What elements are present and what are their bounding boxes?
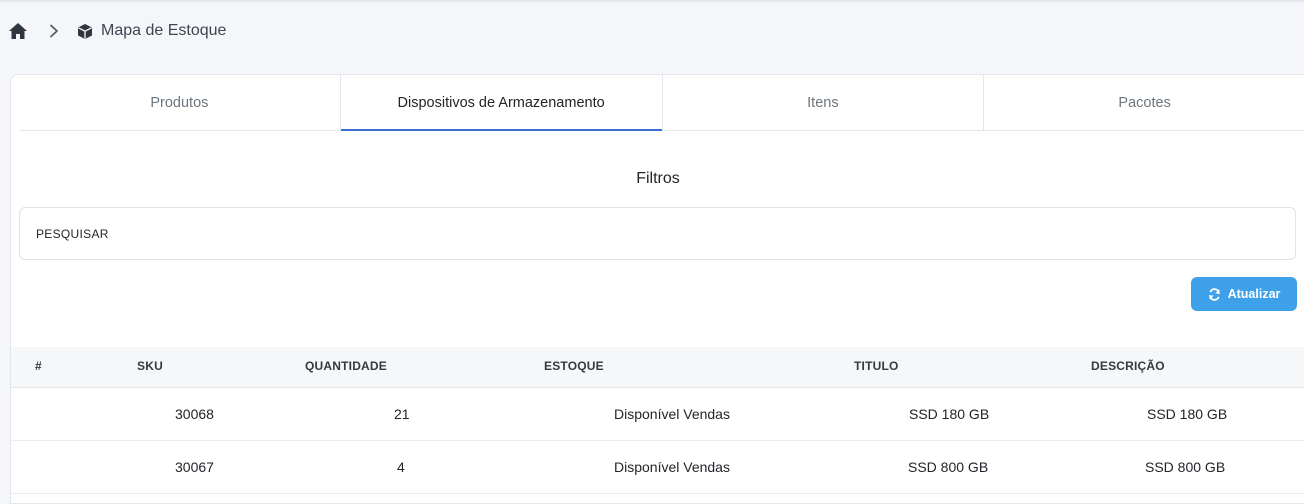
breadcrumb: Mapa de Estoque xyxy=(8,19,226,43)
tab-produtos[interactable]: Produtos xyxy=(19,75,340,130)
header-descricao[interactable]: DESCRIÇÃO xyxy=(1091,359,1165,373)
top-divider xyxy=(0,0,1304,2)
main-card: Produtos Dispositivos de Armazenamento I… xyxy=(10,74,1304,504)
box-icon xyxy=(76,22,94,40)
cell-estoque: Disponível Vendas xyxy=(614,406,730,422)
cell-sku: 30068 xyxy=(175,406,214,422)
page-title: Mapa de Estoque xyxy=(101,22,227,39)
refresh-button[interactable]: Atualizar xyxy=(1191,277,1297,311)
refresh-button-label: Atualizar xyxy=(1227,287,1281,301)
header-estoque[interactable]: ESTOQUE xyxy=(544,359,604,373)
cell-sku: 30067 xyxy=(175,459,214,475)
home-icon[interactable] xyxy=(8,21,28,41)
cell-estoque: Disponível Vendas xyxy=(614,459,730,475)
header-sku[interactable]: SKU xyxy=(137,359,163,373)
cell-titulo: SSD 180 GB xyxy=(909,406,990,422)
tab-itens[interactable]: Itens xyxy=(661,75,984,130)
header-index[interactable]: # xyxy=(35,359,42,373)
table-row[interactable]: 30067 4 Disponível Vendas SSD 800 GB SSD… xyxy=(11,441,1304,494)
refresh-icon xyxy=(1208,287,1221,301)
table-header: # SKU QUANTIDADE ESTOQUE TITULO DESCRIÇÃ… xyxy=(11,347,1304,388)
cell-descricao: SSD 800 GB xyxy=(1145,459,1226,475)
tab-dispositivos-de-armazenamento[interactable]: Dispositivos de Armazenamento xyxy=(339,75,662,131)
cell-quantidade: 4 xyxy=(397,459,405,475)
search-field[interactable] xyxy=(19,207,1296,260)
tab-bar: Produtos Dispositivos de Armazenamento I… xyxy=(19,75,1304,131)
header-titulo[interactable]: TITULO xyxy=(854,359,899,373)
storage-table: # SKU QUANTIDADE ESTOQUE TITULO DESCRIÇÃ… xyxy=(11,347,1304,494)
cell-quantidade: 21 xyxy=(394,406,410,422)
chevron-right-icon xyxy=(47,24,61,38)
search-input[interactable] xyxy=(36,224,1236,244)
cell-titulo: SSD 800 GB xyxy=(908,459,989,475)
header-quantidade[interactable]: QUANTIDADE xyxy=(305,359,387,373)
filters-title: Filtros xyxy=(636,170,680,187)
tab-pacotes[interactable]: Pacotes xyxy=(983,75,1304,130)
cell-descricao: SSD 180 GB xyxy=(1147,406,1228,422)
table-row[interactable]: 30068 21 Disponível Vendas SSD 180 GB SS… xyxy=(11,388,1304,441)
